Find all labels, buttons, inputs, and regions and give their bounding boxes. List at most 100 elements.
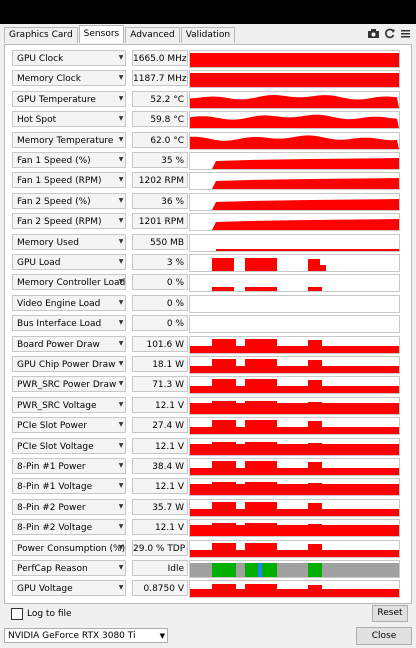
tab-sensors[interactable]: Sensors [78,25,125,43]
sensor-label[interactable]: Memory Used [12,233,126,250]
sensor-graph [189,315,400,334]
sensor-dropdown-icon[interactable]: ▼ [117,458,125,474]
sensor-dropdown-icon[interactable]: ▼ [117,417,125,433]
sensor-graph [189,152,400,170]
sensor-value: 1202 RPM [132,172,188,189]
sensor-graph [189,539,400,558]
sensor-label[interactable]: 8-Pin #2 Power [12,498,126,515]
sensor-dropdown-icon[interactable]: ▼ [117,213,125,229]
sensor-label[interactable]: Board Power Draw [12,335,126,352]
sensor-label[interactable]: PCIe Slot Power [12,417,126,434]
sensor-row: GPU Clock ▼ 1665.0 MHz [9,49,409,68]
tab-validation[interactable]: Validation [180,27,236,43]
sensor-dropdown-icon[interactable]: ▼ [117,438,125,454]
sensor-label[interactable]: Fan 1 Speed (RPM) [12,172,126,189]
sensor-label[interactable]: PWR_SRC Power Draw [12,376,126,393]
sensor-graph [189,560,400,578]
sensor-label[interactable]: 8-Pin #2 Voltage [12,519,126,536]
sensor-label[interactable]: Fan 1 Speed (%) [12,152,126,168]
sensor-row: PWR_SRC Power Draw ▼ 71.3 W [9,375,409,395]
sensor-label[interactable]: 8-Pin #1 Voltage [12,478,126,495]
sensor-row: Power Consumption (%) ▼ 29.0 % TDP [9,539,409,558]
sensor-label[interactable]: Video Engine Load [12,294,126,311]
log-to-file-checkbox[interactable] [11,608,23,620]
sensor-label[interactable]: PWR_SRC Voltage [12,396,126,413]
sensor-dropdown-icon[interactable]: ▼ [117,499,125,515]
sensor-graph [189,498,400,517]
sensor-row: GPU Chip Power Draw ▼ 18.1 W [9,355,409,374]
sensor-dropdown-icon[interactable]: ▼ [117,70,125,86]
sensor-row: Video Engine Load ▼ 0 % [9,294,409,313]
sensor-row: Fan 1 Speed (RPM) ▼ 1202 RPM [9,171,409,191]
sensor-label[interactable]: PCIe Slot Voltage [12,437,126,454]
sensor-graph [189,458,400,476]
log-to-file-label: Log to file [27,609,72,619]
sensor-graph [189,376,400,395]
sensor-dropdown-icon[interactable]: ▼ [117,376,125,392]
sensor-row: PCIe Slot Voltage ▼ 12.1 V [9,437,409,456]
sensor-row: GPU Voltage ▼ 0.8750 V [9,579,409,599]
sensor-label[interactable]: GPU Clock [12,50,126,66]
sensor-graph [189,437,400,456]
sensor-value: 36 % [132,192,188,209]
refresh-icon[interactable] [383,27,396,40]
sensor-label[interactable]: GPU Temperature [12,90,126,107]
gpu-z-window: Graphics Card Sensors Advanced Validatio… [0,0,416,648]
sensor-dropdown-icon[interactable]: ▼ [117,234,125,250]
sensor-label[interactable]: PerfCap Reason [12,560,126,576]
sensor-dropdown-icon[interactable]: ▼ [117,478,125,494]
sensor-label[interactable]: Memory Clock [12,70,126,87]
sensor-dropdown-icon[interactable]: ▼ [117,295,125,311]
sensor-graph [189,396,400,415]
tab-advanced[interactable]: Advanced [125,27,180,43]
sensor-dropdown-icon[interactable]: ▼ [117,152,125,168]
sensor-row: Fan 2 Speed (%) ▼ 36 % [9,192,409,211]
sensor-label[interactable]: GPU Chip Power Draw [12,356,126,372]
sensor-dropdown-icon[interactable]: ▼ [117,111,125,127]
gpu-select[interactable]: NVIDIA GeForce RTX 3080 Ti ▼ [4,628,168,643]
tab-graphics-card[interactable]: Graphics Card [4,27,78,43]
sensor-label[interactable]: Power Consumption (%) [12,539,126,556]
sensor-dropdown-icon[interactable]: ▼ [117,356,125,372]
sensor-row: Board Power Draw ▼ 101.6 W [9,335,409,354]
sensor-value: 62.0 °C [132,131,188,148]
sensor-label[interactable]: Fan 2 Speed (RPM) [12,213,126,230]
sensor-value: 35 % [132,152,188,168]
reset-button[interactable]: Reset [372,605,408,622]
sensor-dropdown-icon[interactable]: ▼ [117,519,125,535]
sensor-dropdown-icon[interactable]: ▼ [117,172,125,188]
sensor-label[interactable]: Bus Interface Load [12,315,126,332]
sensor-dropdown-icon[interactable]: ▼ [117,580,125,596]
sensor-dropdown-icon[interactable]: ▼ [117,540,125,556]
tab-icons [364,27,412,40]
sensor-dropdown-icon[interactable]: ▼ [117,560,125,576]
sensor-dropdown-icon[interactable]: ▼ [117,274,125,290]
sensor-value: 59.8 °C [132,111,188,128]
sensor-dropdown-icon[interactable]: ▼ [117,397,125,413]
menu-icon[interactable] [399,27,412,40]
sensor-row: PerfCap Reason ▼ Idle [9,559,409,578]
sensor-label[interactable]: Memory Temperature [12,131,126,148]
sensor-dropdown-icon[interactable]: ▼ [117,50,125,66]
sensor-dropdown-icon[interactable]: ▼ [117,315,125,331]
sensor-dropdown-icon[interactable]: ▼ [117,91,125,107]
sensor-row: 8-Pin #1 Voltage ▼ 12.1 V [9,477,409,497]
sensor-value: 29.0 % TDP [132,539,188,556]
sensor-dropdown-icon[interactable]: ▼ [117,254,125,270]
sensor-label[interactable]: GPU Voltage [12,580,126,597]
sensor-graph [189,50,400,68]
sensor-label[interactable]: Fan 2 Speed (%) [12,192,126,209]
sensor-dropdown-icon[interactable]: ▼ [117,336,125,352]
sensor-label[interactable]: Hot Spot [12,111,126,128]
log-to-file[interactable]: Log to file [11,608,72,620]
sensor-label[interactable]: 8-Pin #1 Power [12,458,126,474]
close-button[interactable]: Close [356,627,412,645]
sensor-dropdown-icon[interactable]: ▼ [117,193,125,209]
camera-icon[interactable] [367,27,380,40]
sensor-value: 0.8750 V [132,580,188,597]
sensor-value: 18.1 W [132,356,188,372]
sensor-label[interactable]: Memory Controller Load [12,274,126,291]
sensor-dropdown-icon[interactable]: ▼ [117,132,125,148]
sensor-graph [189,131,400,150]
sensor-label[interactable]: GPU Load [12,254,126,270]
